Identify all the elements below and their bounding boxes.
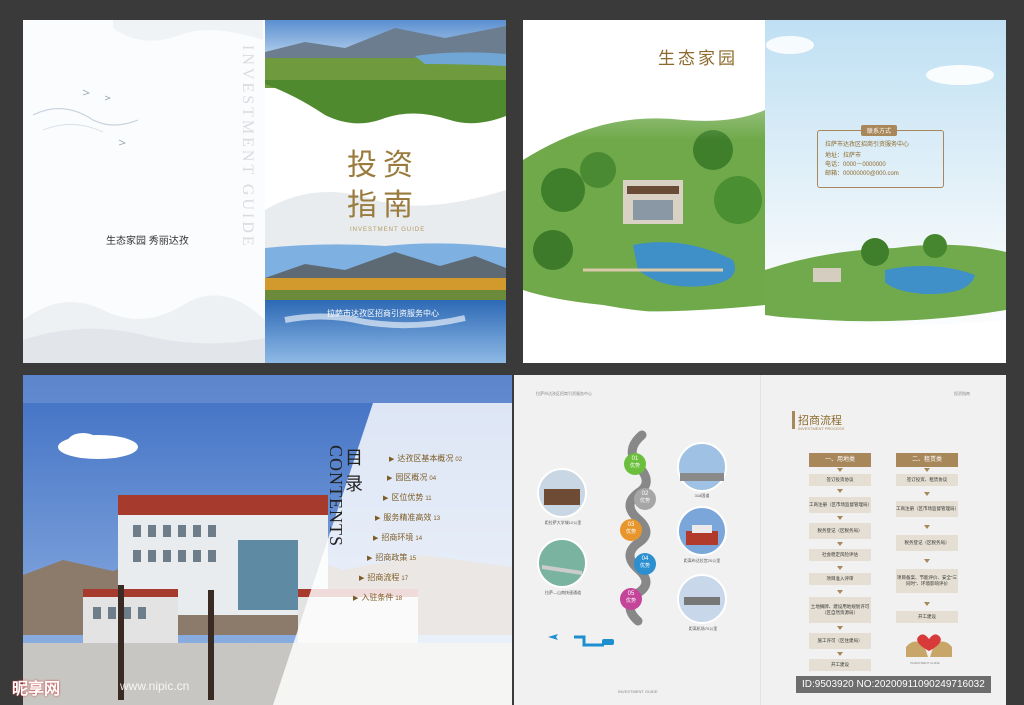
cover-tagline: 生态家园 秀丽达孜 — [106, 236, 189, 247]
park-aerial-render-2 — [765, 36, 1006, 363]
contact-organization: 拉萨市达孜区招商引资服务中心 — [825, 142, 910, 148]
right-footer-mark: INVESTMENT GUIDE — [910, 661, 940, 665]
eco-home-title: 生态家园 — [658, 49, 738, 69]
park-aerial-render — [523, 20, 765, 363]
government-building-photo — [23, 375, 512, 705]
toc-entry[interactable]: ▶ 区位优势 11 — [383, 492, 432, 503]
cover-title-line-2: 指南 — [347, 188, 419, 223]
eco-home-right-page: 联系方式 拉萨市达孜区招商引资服务中心 地址：拉萨市 电话：0000－00000… — [765, 20, 1006, 363]
contact-address: 地址：拉萨市 — [825, 153, 862, 159]
site-watermark-url: www.nipic.cn — [120, 679, 190, 693]
contents-heading-char-1: 目 — [345, 448, 363, 469]
vertical-english-title: INVESTMENT GUIDE — [239, 45, 256, 249]
ink-landscape-art — [23, 20, 265, 363]
investment-process-spread: 拉萨市达孜区招商引资服务中心 投资指南 01 优势 02 优势 03 优势 04… — [514, 375, 1006, 705]
toc-entry[interactable]: ▶ 招商政策 15 — [367, 552, 416, 563]
cover-title-english: INVESTMENT GUIDE — [350, 227, 426, 233]
image-id-watermark: ID:9503920 NO:20200911090249716032 — [796, 676, 991, 693]
contents-heading-char-2: 录 — [345, 474, 363, 495]
site-watermark-logo: 昵享网 — [12, 679, 61, 698]
contact-badge: 联系方式 — [861, 125, 898, 136]
cover-back-page: INVESTMENT GUIDE 生态家园 秀丽达孜 — [23, 20, 265, 363]
cover-front-page: 投资 指南 INVESTMENT GUIDE 拉萨市达孜区招商引资服务中心 — [265, 20, 506, 363]
cover-title-line-1: 投资 — [347, 148, 419, 183]
contents-english-heading: CONTENTS — [326, 445, 346, 547]
contents-spread: CONTENTS 目 录 ▶ 达孜区基本概况 02 ▶ 园区概况 04 ▶ 区位优势 11 … — [23, 375, 512, 705]
toc-entry[interactable]: ▶ 招商流程 17 — [359, 572, 408, 583]
flow-arrows — [837, 468, 952, 657]
toc-entry[interactable]: ▶ 园区概况 04 — [387, 472, 436, 483]
toc-entry[interactable]: ▶ 招商环境 14 — [373, 532, 422, 543]
eco-home-left-page: 生态家园 — [523, 20, 765, 363]
toc-entry[interactable]: ▶ 达孜区基本概况 02 — [389, 453, 462, 464]
cover-organization-caption: 拉萨市达孜区招商引资服务中心 — [327, 309, 439, 318]
contact-email: 邮箱：00000000@000.com — [825, 171, 899, 177]
toc-entry[interactable]: ▶ 服务精准高效 13 — [375, 512, 440, 523]
contact-phone: 电话：0000－0000000 — [825, 162, 886, 168]
toc-entry[interactable]: ▶ 入驻条件 18 — [353, 592, 402, 603]
